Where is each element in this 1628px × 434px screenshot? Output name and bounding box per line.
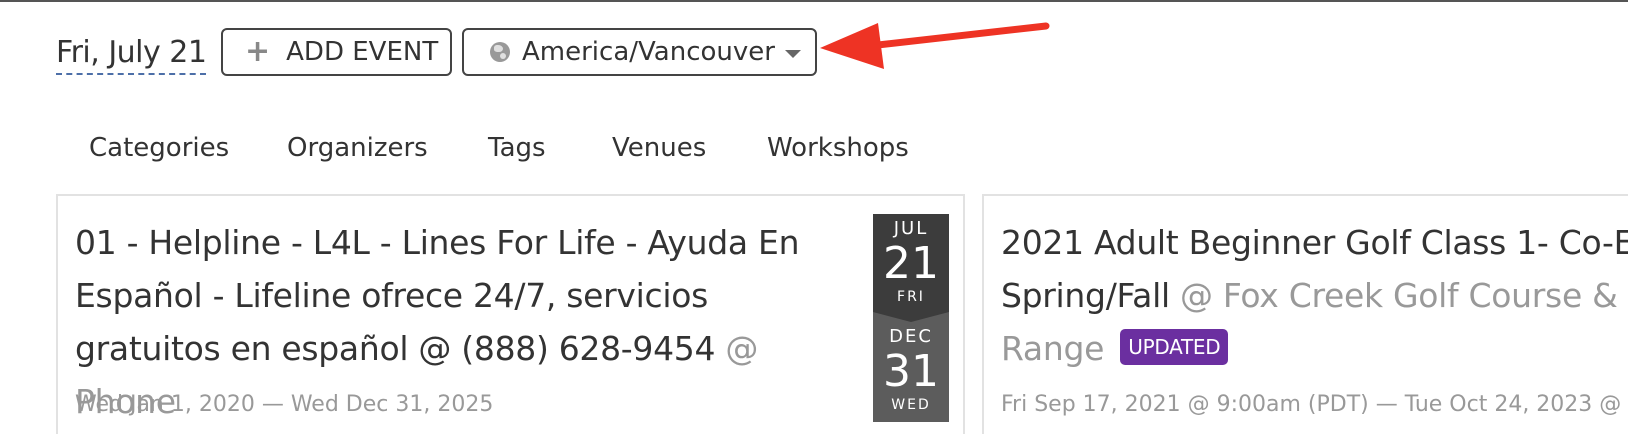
- event-title-text: 01 - Helpline - L4L - Lines For Life - A…: [75, 223, 800, 368]
- tab-workshops[interactable]: Workshops: [767, 133, 909, 163]
- start-weekday: FRI: [897, 289, 925, 305]
- event-venue-cont: Range: [1001, 329, 1105, 368]
- top-border: [0, 0, 1628, 2]
- timezone-label: America/Vancouver: [522, 37, 775, 67]
- tab-categories[interactable]: Categories: [89, 133, 229, 163]
- event-date-block: JUL 21 FRI DEC 31 WED: [873, 214, 949, 422]
- event-title[interactable]: 2021 Adult Beginner Golf Class 1- Co-Ed …: [1001, 216, 1628, 375]
- plus-icon: +: [245, 34, 271, 69]
- event-card[interactable]: 01 - Helpline - L4L - Lines For Life - A…: [56, 194, 965, 434]
- event-title-text-cont: Spring/Fall: [1001, 276, 1170, 315]
- add-event-label: ADD EVENT: [286, 37, 439, 67]
- start-date-badge: JUL 21 FRI: [873, 214, 949, 322]
- tab-organizers[interactable]: Organizers: [287, 133, 428, 163]
- event-title-text: 2021 Adult Beginner Golf Class 1- Co-Ed: [1001, 223, 1628, 262]
- event-card[interactable]: 2021 Adult Beginner Golf Class 1- Co-Ed …: [982, 194, 1628, 434]
- add-event-button[interactable]: + ADD EVENT: [221, 28, 452, 76]
- timezone-dropdown[interactable]: America/Vancouver: [462, 28, 817, 76]
- end-date-badge: DEC 31 WED: [873, 312, 949, 422]
- end-day: 31: [883, 346, 939, 397]
- end-month: DEC: [889, 326, 933, 347]
- start-day: 21: [883, 238, 939, 289]
- chevron-down-icon: [784, 49, 801, 58]
- event-venue: @ Fox Creek Golf Course &: [1180, 276, 1618, 315]
- current-date-picker[interactable]: Fri, July 21: [56, 34, 207, 75]
- tab-venues[interactable]: Venues: [612, 133, 706, 163]
- annotation-arrow: [820, 22, 1050, 69]
- globe-icon: [490, 42, 510, 62]
- event-dates: Fri Sep 17, 2021 @ 9:00am (PDT) — Tue Oc…: [1001, 392, 1628, 417]
- start-month: JUL: [893, 218, 929, 239]
- tab-tags[interactable]: Tags: [488, 133, 546, 163]
- end-weekday: WED: [891, 397, 931, 413]
- event-dates: Wed Jan 1, 2020 — Wed Dec 31, 2025: [75, 392, 494, 417]
- updated-badge: UPDATED: [1120, 328, 1229, 365]
